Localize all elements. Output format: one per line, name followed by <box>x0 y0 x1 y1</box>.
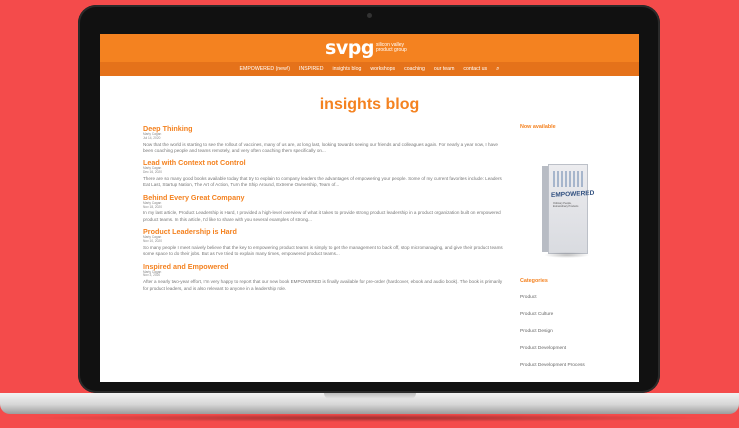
browser-screen: svpg silicon valley product group EMPOWE… <box>100 34 639 382</box>
book-shadow <box>544 252 590 258</box>
logo-mark: svpg <box>325 36 374 59</box>
nav-item-inspired[interactable]: INSPIRED <box>299 66 324 72</box>
post-title-link[interactable]: Behind Every Great Company <box>143 193 505 202</box>
site-logo[interactable]: svpg silicon valley product group <box>325 36 414 59</box>
post-excerpt: Now that the world is starting to see th… <box>143 141 498 153</box>
book-title: EMPOWERED <box>551 189 595 199</box>
category-link[interactable]: Product Development Process <box>520 363 625 369</box>
laptop-notch <box>323 393 416 399</box>
book-front: EMPOWERED Ordinary People, Extraordinary… <box>548 164 595 254</box>
search-icon[interactable]: ⌕ <box>496 66 499 73</box>
book-subtitle: Ordinary People, Extraordinary Products <box>553 202 579 208</box>
post-item: Behind Every Great Company Marty Cagan N… <box>143 193 505 223</box>
category-link[interactable]: Product Design <box>520 329 625 335</box>
logo-tagline: silicon valley product group <box>375 42 407 53</box>
post-item: Inspired and Empowered Marty Cagan Nov 3… <box>143 262 505 292</box>
post-title-link[interactable]: Deep Thinking <box>143 124 505 133</box>
post-date: Nov 3, 2020 <box>143 273 161 278</box>
post-title-link[interactable]: Product Leadership is Hard <box>143 227 505 236</box>
post-date: Dec 16, 2020 <box>143 170 162 175</box>
post-list: Deep Thinking Marty Cagan Jul 14, 2020 N… <box>143 124 505 296</box>
laptop-shadow <box>24 414 715 422</box>
nav-item-our-team[interactable]: our team <box>434 66 454 72</box>
post-title-link[interactable]: Inspired and Empowered <box>143 262 505 271</box>
laptop-base <box>0 393 739 414</box>
post-date: Jul 14, 2020 <box>143 135 161 140</box>
sidebar: Now available EMPOWERED Ordinary People,… <box>520 124 625 369</box>
post-excerpt: In my last article, Product Leadership i… <box>143 210 501 222</box>
nav-item-empowered[interactable]: EMPOWERED (new!) <box>240 66 290 72</box>
nav-item-insights-blog[interactable]: insights blog <box>333 66 362 72</box>
post-date: Nov 10, 2020 <box>143 239 162 244</box>
post-item: Product Leadership is Hard Marty Cagan N… <box>143 227 505 257</box>
nav-item-coaching[interactable]: coaching <box>404 66 425 72</box>
categories-heading: Categories <box>520 278 548 284</box>
nav-item-workshops[interactable]: workshops <box>370 66 395 72</box>
post-excerpt: So many people I meet naively believe th… <box>143 244 503 257</box>
page-title: insights blog <box>319 96 420 113</box>
post-title-link[interactable]: Lead with Context not Control <box>143 158 505 167</box>
book-pattern <box>553 171 585 187</box>
now-available-heading: Now available <box>520 124 556 130</box>
site-header: svpg silicon valley product group <box>100 34 639 62</box>
post-item: Lead with Context not Control Marty Caga… <box>143 158 505 188</box>
post-item: Deep Thinking Marty Cagan Jul 14, 2020 N… <box>143 124 505 154</box>
book-cover-image[interactable]: EMPOWERED Ordinary People, Extraordinary… <box>542 164 595 258</box>
nav-item-contact-us[interactable]: contact us <box>463 66 487 72</box>
webcam <box>367 13 372 18</box>
post-excerpt: After a nearly two-year effort, I'm very… <box>143 279 503 291</box>
category-link[interactable]: Product <box>520 295 625 301</box>
category-link[interactable]: Product Development <box>520 346 625 352</box>
post-date: Nov 18, 2020 <box>143 204 162 209</box>
post-excerpt: There are so many good books available t… <box>143 176 502 188</box>
category-link[interactable]: Product Culture <box>520 312 625 318</box>
main-nav: EMPOWERED (new!) INSPIRED insights blog … <box>100 62 639 76</box>
